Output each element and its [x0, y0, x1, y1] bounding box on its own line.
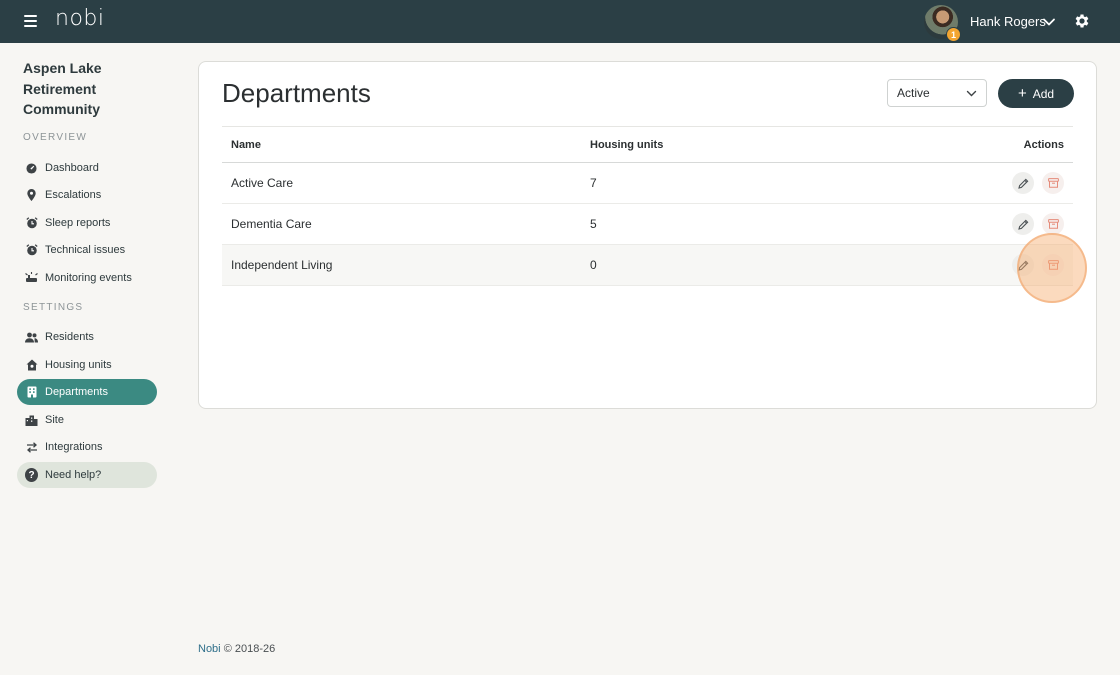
map-pin-icon [25, 189, 38, 202]
menu-icon[interactable] [24, 15, 37, 27]
gauge-icon [25, 162, 38, 175]
departments-card: Departments Active + Add Name Housing un… [198, 61, 1097, 409]
add-department-button[interactable]: + Add [998, 79, 1074, 108]
people-icon [25, 331, 38, 344]
department-name: Active Care [231, 176, 294, 190]
edit-button[interactable] [1012, 213, 1034, 235]
archive-button[interactable] [1042, 254, 1064, 276]
table-header: Name Housing units Actions [222, 126, 1073, 163]
sidebar-item-sleep-reports[interactable]: Sleep reports [17, 210, 157, 236]
avatar[interactable]: 1 [924, 5, 961, 42]
pencil-icon [1017, 219, 1028, 230]
sidebar-item-label: Site [45, 414, 64, 426]
sidebar-item-escalations[interactable]: Escalations [17, 182, 157, 208]
need-help-label: Need help? [45, 469, 102, 481]
edit-button[interactable] [1012, 254, 1034, 276]
gear-icon[interactable] [1073, 12, 1091, 30]
table-row[interactable]: Independent Living 0 [222, 245, 1073, 286]
sidebar-item-site[interactable]: Site [17, 407, 157, 433]
nobi-logo[interactable]: nobi [55, 6, 104, 31]
housing-units-count: 7 [590, 176, 597, 190]
sidebar-item-technical-issues[interactable]: Technical issues [17, 237, 157, 263]
footer: Nobi © 2018-26 [198, 643, 275, 655]
sidebar-item-label: Escalations [45, 189, 102, 201]
sidebar-item-label: Integrations [45, 441, 103, 453]
sidebar-item-label: Dashboard [45, 162, 99, 174]
settings-section-title: SETTINGS [23, 302, 84, 313]
sidebar-item-label: Monitoring events [45, 272, 132, 284]
archive-icon [1047, 219, 1059, 229]
column-header-name[interactable]: Name [231, 139, 261, 151]
sidebar-item-integrations[interactable]: Integrations [17, 434, 157, 460]
org-name: Aspen Lake Retirement Community [23, 60, 102, 117]
department-name: Independent Living [231, 258, 333, 272]
footer-brand-link[interactable]: Nobi [198, 643, 221, 655]
sidebar-item-label: Departments [45, 386, 108, 398]
sidebar-item-label: Technical issues [45, 244, 126, 256]
city-icon [25, 414, 38, 427]
monitoring-icon [25, 272, 38, 285]
column-header-housing-units[interactable]: Housing units [590, 139, 663, 151]
sidebar-item-label: Housing units [45, 359, 112, 371]
sidebar-item-departments[interactable]: Departments [17, 379, 157, 405]
building-icon [25, 386, 38, 399]
notification-badge: 1 [946, 27, 961, 42]
plus-icon: + [1017, 85, 1027, 102]
page-title: Departments [222, 78, 371, 108]
sidebar-item-label: Sleep reports [45, 217, 111, 229]
house-icon [25, 359, 38, 372]
need-help-button[interactable]: ? Need help? [17, 462, 157, 488]
archive-icon [1047, 260, 1059, 270]
table-row[interactable]: Dementia Care 5 [222, 204, 1073, 245]
top-bar: nobi 1 Hank Rogers [0, 0, 1120, 43]
sidebar-item-monitoring-events[interactable]: Monitoring events [17, 265, 157, 291]
sidebar-item-dashboard[interactable]: Dashboard [17, 155, 157, 181]
alarm-clock-icon [25, 244, 38, 257]
edit-button[interactable] [1012, 172, 1034, 194]
housing-units-count: 0 [590, 258, 597, 272]
footer-copyright: © 2018-26 [223, 643, 276, 655]
add-button-label: Add [1032, 86, 1055, 101]
archive-button[interactable] [1042, 213, 1064, 235]
alarm-clock-icon [25, 217, 38, 230]
overview-section-title: OVERVIEW [23, 132, 88, 143]
pencil-icon [1017, 260, 1028, 271]
table-row[interactable]: Active Care 7 [222, 163, 1073, 204]
pencil-icon [1017, 178, 1028, 189]
housing-units-count: 5 [590, 217, 597, 231]
archive-icon [1047, 178, 1059, 188]
sidebar-item-residents[interactable]: Residents [17, 324, 157, 350]
archive-button[interactable] [1042, 172, 1064, 194]
user-name[interactable]: Hank Rogers [970, 14, 1046, 29]
swap-arrows-icon [25, 441, 38, 454]
chevron-down-icon [966, 90, 977, 97]
chevron-down-icon[interactable] [1042, 15, 1056, 29]
sidebar-item-label: Residents [45, 331, 94, 343]
status-filter-value: Active [897, 86, 930, 100]
departments-table: Name Housing units Actions Active Care 7… [222, 126, 1073, 286]
status-filter-select[interactable]: Active [887, 79, 987, 107]
column-header-actions: Actions [1023, 138, 1064, 151]
department-name: Dementia Care [231, 217, 312, 231]
help-icon: ? [25, 468, 38, 482]
sidebar-item-housing-units[interactable]: Housing units [17, 352, 157, 378]
